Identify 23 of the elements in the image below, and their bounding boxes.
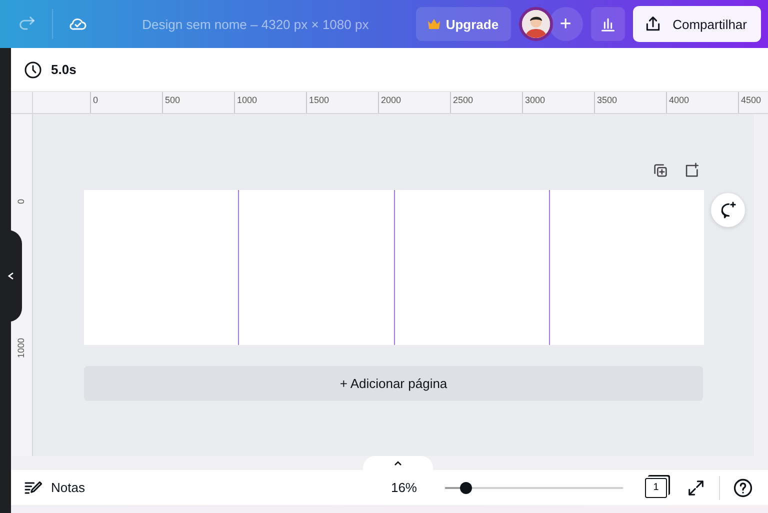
- slider-thumb[interactable]: [460, 482, 472, 494]
- upgrade-button[interactable]: Upgrade: [416, 7, 511, 41]
- add-page-button[interactable]: + Adicionar página: [84, 366, 703, 401]
- expand-icon: [686, 478, 706, 498]
- add-collaborator-button[interactable]: +: [548, 7, 583, 41]
- ruler-label: 1000: [15, 336, 27, 358]
- page-count-button[interactable]: 1: [645, 478, 667, 498]
- notes-button[interactable]: Notas: [51, 480, 85, 495]
- add-comment-button[interactable]: [711, 193, 745, 227]
- chevron-up-icon: [394, 461, 402, 466]
- duration-label[interactable]: 5.0s: [51, 62, 76, 77]
- avatar[interactable]: [518, 7, 553, 41]
- add-page-icon: [683, 162, 700, 179]
- document-title: Design sem nome – 4320 px × 1080 px: [141, 16, 370, 32]
- clock-icon: [23, 60, 43, 80]
- ruler-label: 0: [15, 198, 27, 204]
- analytics-button[interactable]: [590, 7, 625, 41]
- help-icon: [732, 476, 754, 498]
- share-button[interactable]: Compartilhar: [632, 6, 761, 42]
- chevron-left-icon: [8, 272, 14, 280]
- zoom-percentage[interactable]: 16%: [390, 480, 417, 495]
- crown-icon: [428, 19, 440, 29]
- duplicate-page-icon: [652, 162, 669, 179]
